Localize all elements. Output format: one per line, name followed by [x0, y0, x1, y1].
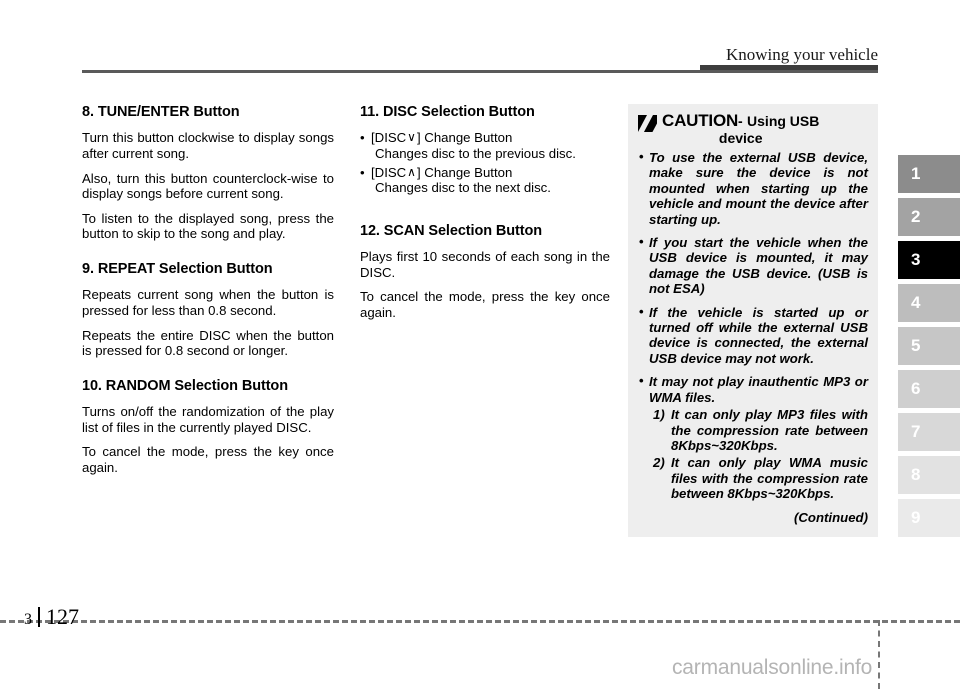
chapter-tab-label: 7 — [911, 422, 921, 441]
paragraph: Turns on/off the randomization of the pl… — [82, 404, 334, 435]
disc-bullet-suffix: ] Change Button — [416, 164, 513, 180]
caution-item-text: If the vehicle is started up or turned o… — [649, 304, 868, 366]
chapter-tab-9[interactable]: 9 — [898, 499, 960, 537]
paragraph: Also, turn this button counterclock-wise… — [82, 170, 334, 202]
caution-subject-line2: device — [718, 130, 763, 146]
section-heading-scan: 12. SCAN Selection Button — [360, 222, 542, 239]
caution-item-text: If you start the vehicle when the USB de… — [649, 235, 868, 297]
list-item: • If you start the vehicle when the USB d… — [638, 234, 868, 297]
list-item: • [DISC∨] Change Button Changes disc to t… — [360, 130, 610, 161]
chapter-tab-4[interactable]: 4 — [898, 284, 960, 322]
chapter-tab-label: 8 — [911, 465, 921, 484]
chapter-tab-7[interactable]: 7 — [898, 413, 960, 451]
caution-header: CAUTION- Using USB device — [638, 111, 868, 146]
chapter-tab-label: 1 — [911, 164, 921, 183]
chapter-tab-label: 9 — [911, 508, 921, 527]
disc-bullet-list: • [DISC∨] Change Button Changes disc to t… — [360, 130, 610, 195]
section-heading-repeat: 9. REPEAT Selection Button — [82, 260, 273, 277]
list-item: • To use the external USB device, make su… — [638, 149, 868, 227]
chapter-number: 3 — [24, 611, 32, 628]
chapter-tab-label: 5 — [911, 336, 921, 355]
footer-divider — [0, 620, 960, 623]
bullet-dot: • — [639, 373, 644, 389]
disc-bullet-prefix: [DISC — [371, 164, 407, 180]
caution-title: CAUTION — [662, 111, 739, 130]
section-heading-disc-selection: 11. DISC Selection Button — [360, 104, 535, 120]
section-heading-random: 10. RANDOM Selection Button — [82, 377, 288, 394]
paragraph: To cancel the mode, press the key once a… — [82, 444, 334, 475]
list-item: • It may not play inauthentic MP3 or WMA … — [638, 373, 868, 501]
bullet-dot: • — [360, 130, 365, 146]
header-rule — [82, 70, 878, 73]
caution-sub-list: 1) It can only play MP3 files with the co… — [649, 407, 868, 501]
paragraph: Repeats the entire DISC when the button … — [82, 327, 334, 359]
page-title: Knowing your vehicle — [725, 45, 878, 64]
page-header: Knowing your vehicle — [0, 0, 960, 80]
sub-item-text: It can only play MP3 files with the comp… — [671, 407, 868, 453]
folio-number: 127 — [46, 604, 79, 629]
chapter-tab-label: 2 — [911, 207, 921, 226]
caution-item-text: It may not play inauthentic MP3 or WMA f… — [649, 374, 868, 405]
left-column: 8. TUNE/ENTER Button Turn this button cl… — [82, 104, 334, 475]
sub-item-text: It can only play WMA music files with th… — [671, 455, 868, 502]
chapter-tab-label: 4 — [911, 293, 921, 312]
chevron-up-icon: ∧ — [407, 164, 416, 179]
disc-bullet-detail: Changes disc to the next disc. — [375, 180, 551, 196]
caution-item-text: To use the external USB device, make sur… — [649, 150, 868, 227]
bullet-dot: • — [639, 149, 644, 164]
caution-callout-box: CAUTION- Using USB device • To use the ex… — [628, 104, 878, 537]
caution-subject-line1: Using USB — [747, 113, 820, 129]
sub-item-number: 2) — [653, 455, 665, 471]
disc-bullet-detail: Changes disc to the previous disc. — [375, 145, 576, 161]
footer-vertical-divider — [878, 620, 880, 689]
chapter-tab-8[interactable]: 8 — [898, 456, 960, 494]
paragraph: To cancel the mode, press the key once a… — [360, 289, 610, 320]
watermark: carmanualsonline.info — [672, 656, 873, 679]
chapter-tab-5[interactable]: 5 — [898, 327, 960, 365]
chapter-tab-1[interactable]: 1 — [898, 155, 960, 193]
sub-item-number: 1) — [653, 407, 665, 423]
caution-dash: - — [738, 113, 743, 129]
chapter-tab-3[interactable]: 3 — [898, 241, 960, 279]
disc-bullet-suffix: ] Change Button — [416, 130, 513, 146]
list-item: 2) It can only play WMA music files with … — [649, 455, 868, 501]
list-item: • If the vehicle is started up or turned … — [638, 303, 868, 367]
caution-continued-label: (Continued) — [794, 509, 868, 525]
caution-header-text: CAUTION- Using USB device — [662, 111, 820, 146]
chapter-tab-6[interactable]: 6 — [898, 370, 960, 408]
paragraph: Repeats current song when the button is … — [82, 287, 334, 318]
paragraph: To listen to the displayed song, press t… — [82, 210, 334, 242]
chapter-tab-label: 3 — [911, 250, 921, 269]
paragraph: Plays first 10 seconds of each song in t… — [360, 249, 610, 280]
page-number: 3 127 — [24, 604, 79, 630]
page-number-separator — [38, 607, 40, 627]
disc-bullet-prefix: [DISC — [371, 130, 407, 146]
bullet-dot: • — [360, 164, 365, 180]
list-item: • [DISC∧] Change Button Changes disc to t… — [360, 165, 610, 196]
list-item: 1) It can only play MP3 files with the co… — [649, 407, 868, 453]
chapter-tab-label: 6 — [911, 379, 921, 398]
chevron-down-icon: ∨ — [407, 130, 416, 145]
middle-column: 11. DISC Selection Button • [DISC∨] Chang… — [360, 104, 610, 321]
bullet-dot: • — [639, 234, 644, 250]
warning-slash-icon — [638, 115, 657, 132]
paragraph: Turn this button clockwise to display so… — [82, 130, 334, 161]
chapter-tab-strip: 1 2 3 4 5 6 7 8 9 — [898, 155, 960, 542]
section-heading-tune-enter: 8. TUNE/ENTER Button — [82, 104, 240, 120]
chapter-tab-2[interactable]: 2 — [898, 198, 960, 236]
bullet-dot: • — [639, 303, 644, 319]
caution-item-list: • To use the external USB device, make su… — [638, 149, 868, 502]
